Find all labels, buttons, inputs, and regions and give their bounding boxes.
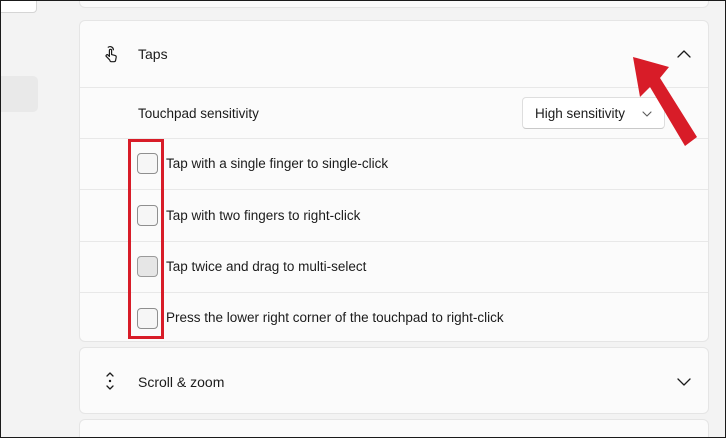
settings-window: Taps Touchpad sensitivity High sensitivi… xyxy=(0,0,726,438)
nav-selected-item[interactable] xyxy=(1,76,38,112)
sensitivity-label: Touchpad sensitivity xyxy=(138,106,259,121)
taps-header[interactable]: Taps xyxy=(80,21,708,87)
scroll-arrows-icon xyxy=(106,372,114,390)
next-settings-card xyxy=(79,419,709,437)
red-arrow-pointer-icon xyxy=(633,57,697,146)
taps-title: Taps xyxy=(138,46,168,62)
option-row-two-finger[interactable]: Tap with two fingers to right-click xyxy=(80,189,708,241)
double-tap-drag-label: Tap twice and drag to multi-select xyxy=(166,259,367,274)
sensitivity-selected-value: High sensitivity xyxy=(535,106,626,121)
tap-gesture-icon xyxy=(105,46,117,63)
single-finger-tap-label: Tap with a single finger to single-click xyxy=(166,156,389,171)
option-row-lower-right-corner[interactable]: Press the lower right corner of the touc… xyxy=(80,292,708,342)
scroll-zoom-title: Scroll & zoom xyxy=(138,374,225,390)
lower-right-corner-label: Press the lower right corner of the touc… xyxy=(166,310,504,325)
chevron-down-icon[interactable] xyxy=(676,375,692,389)
nav-back-button[interactable] xyxy=(1,1,37,13)
sensitivity-row: Touchpad sensitivity High sensitivity xyxy=(80,87,708,138)
taps-expander: Taps Touchpad sensitivity High sensitivi… xyxy=(79,20,709,342)
red-highlight-box xyxy=(128,139,164,339)
scroll-zoom-expander[interactable]: Scroll & zoom xyxy=(79,347,709,414)
previous-settings-card xyxy=(79,1,709,8)
option-row-single-finger[interactable]: Tap with a single finger to single-click xyxy=(80,138,708,189)
two-finger-tap-label: Tap with two fingers to right-click xyxy=(166,208,361,223)
option-row-double-tap-drag[interactable]: Tap twice and drag to multi-select xyxy=(80,241,708,292)
